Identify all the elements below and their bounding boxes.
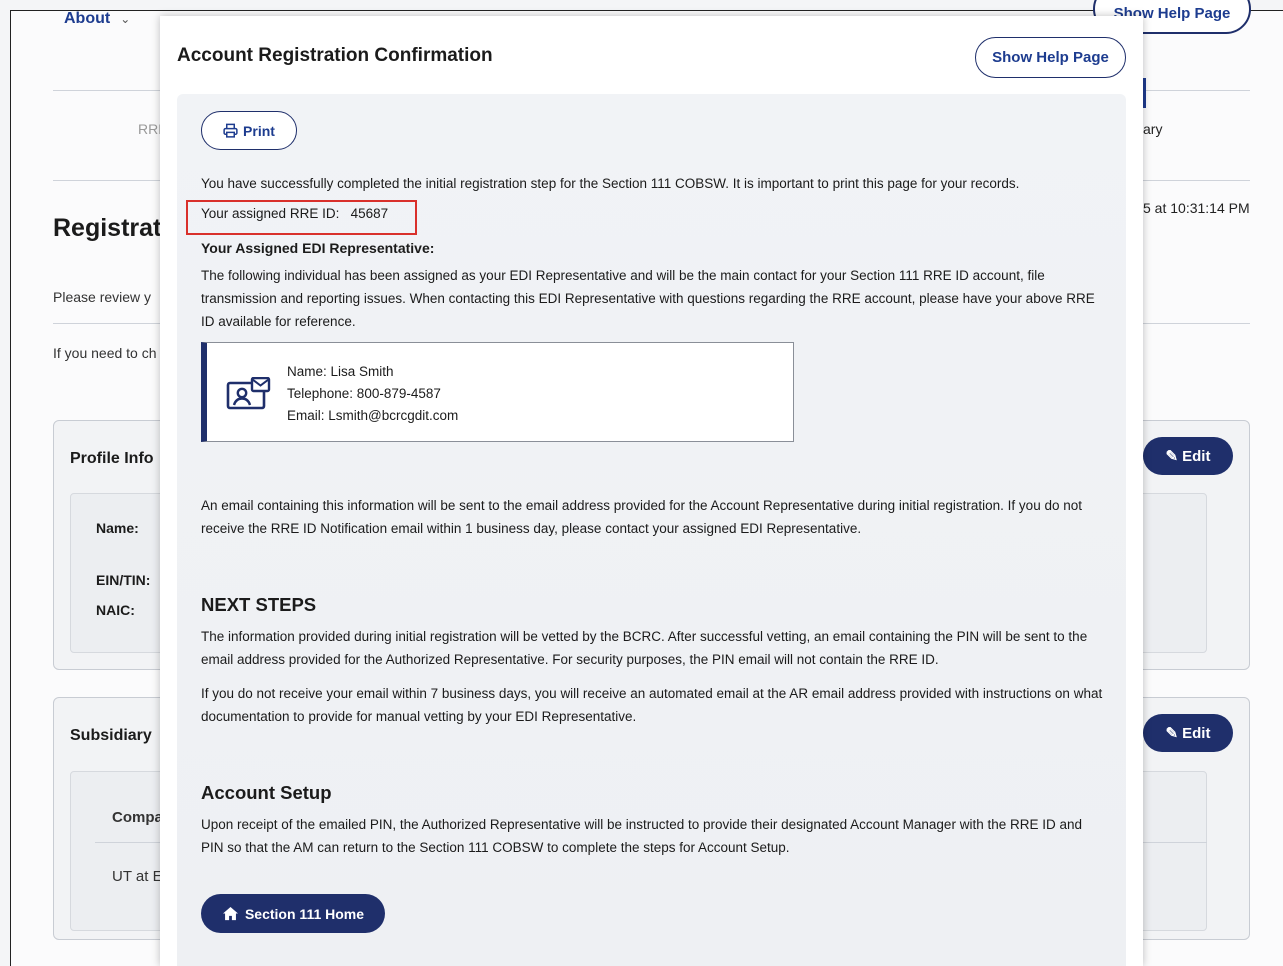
profile-card-title: Profile Info [70,450,154,467]
chevron-down-icon: ⌄ [120,12,131,26]
email-notice: An email containing this information wil… [201,498,1082,536]
step-tab-summary[interactable]: ary [1143,121,1162,137]
field-label-naic: NAIC: [96,602,135,618]
review-text: Please review y [53,289,152,305]
intro-text: You have successfully completed the init… [201,176,1020,191]
pencil-icon: ✎ [1165,725,1179,742]
rre-id-value: 45687 [350,206,389,221]
home-button-label: Section 111 Home [244,905,365,922]
pencil-icon: ✎ [1165,448,1179,465]
change-text: If you need to ch [53,345,157,361]
confirmation-modal: Account Registration Confirmation Show H… [160,16,1143,966]
next-steps-text-1: The information provided during initial … [201,629,1088,667]
contact-name: Name: Lisa Smith [287,364,394,379]
field-label-name: Name: [96,520,139,536]
edit-subsidiary-button[interactable]: ✎ Edit [1143,714,1233,752]
contact-card-icon [226,377,271,410]
nav-item-about[interactable]: About [64,10,110,28]
top-nav: About ⌄ [64,10,130,28]
home-icon [222,906,238,921]
table-cell: UT at E [112,868,163,885]
account-setup-heading: Account Setup [201,782,332,803]
contact-email: Email: Lsmith@bcrcgdit.com [287,408,459,423]
show-help-button[interactable]: Show Help Page [975,37,1126,78]
modal-body: Print You have successfully completed th… [177,94,1126,966]
next-steps-heading: NEXT STEPS [201,594,317,615]
printer-icon [223,123,238,138]
print-button[interactable]: Print [201,111,297,150]
print-label: Print [243,122,275,139]
edi-contact-card: Name: Lisa Smith Telephone: 800-879-4587… [201,342,794,442]
contact-details: Name: Lisa Smith Telephone: 800-879-4587… [287,361,458,427]
timestamp: 5 at 10:31:14 PM [1143,200,1250,216]
page-title: Registrat [53,214,162,242]
edi-heading: Your Assigned EDI Representative: [201,240,435,256]
edit-profile-button[interactable]: ✎ Edit [1143,437,1233,475]
rre-id-label: Your assigned RRE ID: [201,206,340,221]
account-setup-text: Upon receipt of the emailed PIN, the Aut… [201,817,1082,855]
section-111-home-button[interactable]: Section 111 Home [201,894,385,933]
table-header: Compa [112,809,163,826]
modal-title: Account Registration Confirmation [177,45,493,66]
edi-text: The following individual has been assign… [201,268,1095,329]
contact-telephone: Telephone: 800-879-4587 [287,386,441,401]
next-steps-text-2: If you do not receive your email within … [201,686,1103,724]
subsidiary-card-title: Subsidiary [70,727,152,744]
rre-id-line: Your assigned RRE ID: 45687 [201,206,388,221]
field-label-ein: EIN/TIN: [96,572,151,588]
